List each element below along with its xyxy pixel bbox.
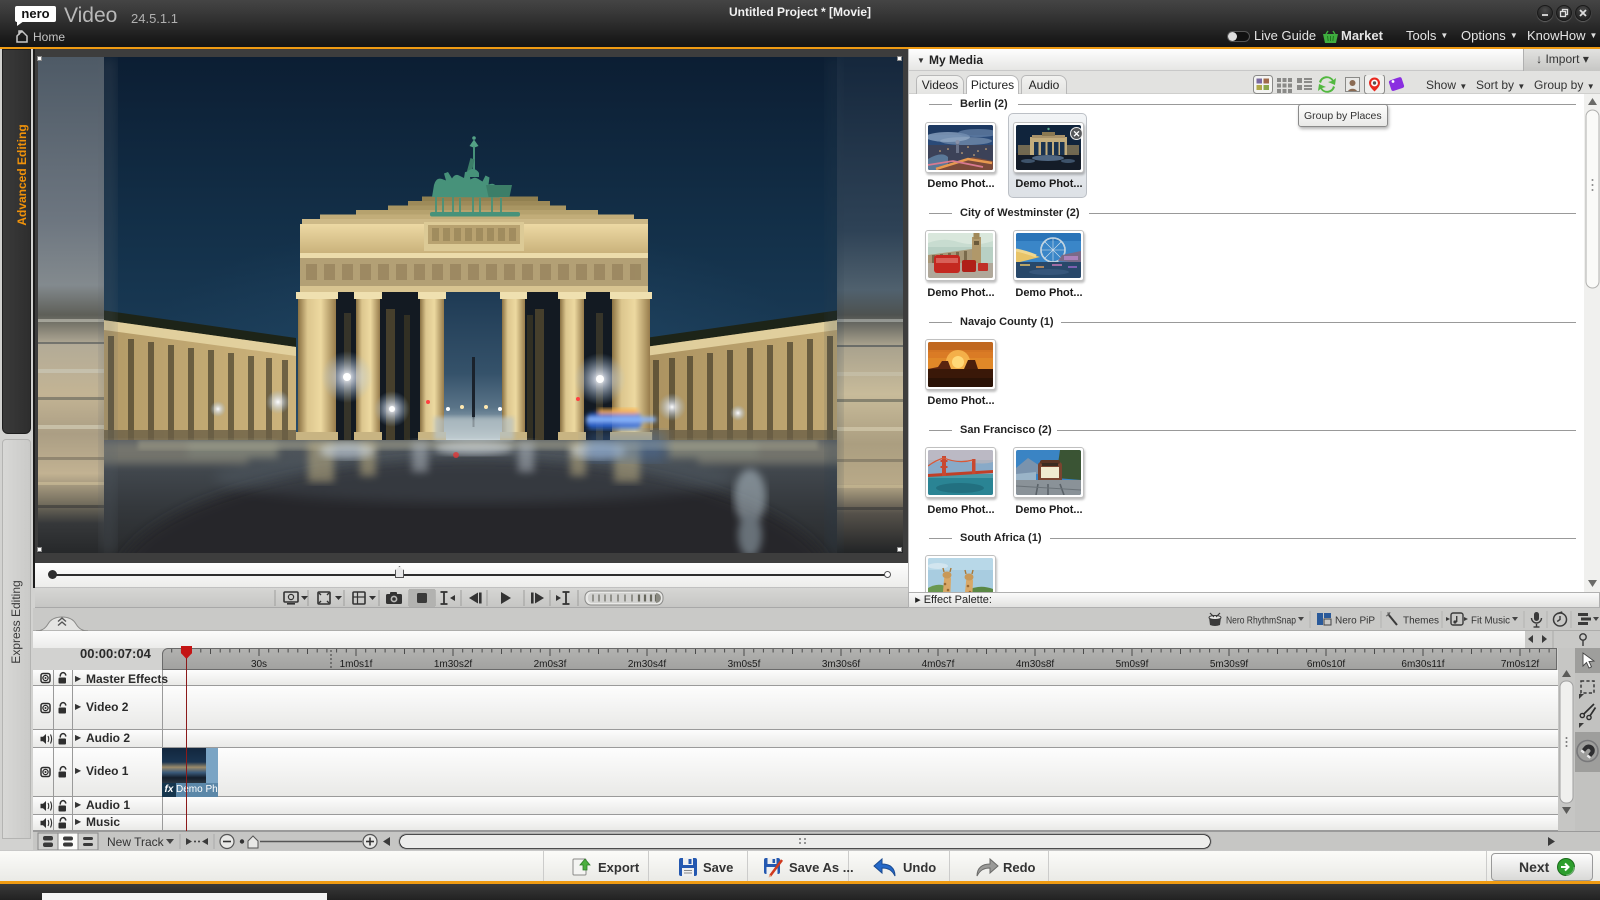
svg-text:1m30s2f: 1m30s2f [434, 659, 473, 670]
svg-text:Nero RhythmSnap: Nero RhythmSnap [1226, 616, 1296, 627]
svg-text:4m0s7f: 4m0s7f [922, 659, 955, 670]
svg-text:2m30s4f: 2m30s4f [628, 659, 667, 670]
svg-text:3m0s5f: 3m0s5f [728, 659, 761, 670]
svg-text:7m0s12f: 7m0s12f [1501, 659, 1540, 670]
svg-text:1m0s1f: 1m0s1f [340, 659, 373, 670]
svg-text:6m0s10f: 6m0s10f [1307, 659, 1346, 670]
svg-text:5m0s9f: 5m0s9f [1116, 659, 1149, 670]
svg-text:Fit Music: Fit Music [1471, 616, 1510, 627]
svg-text:6m30s11f: 6m30s11f [1401, 659, 1444, 670]
svg-text:30s: 30s [251, 659, 267, 670]
svg-text:Nero PiP: Nero PiP [1335, 616, 1375, 627]
svg-text:New Track: New Track [107, 835, 165, 849]
svg-text:3m30s6f: 3m30s6f [822, 659, 861, 670]
svg-text:5m30s9f: 5m30s9f [1210, 659, 1249, 670]
svg-text:4m30s8f: 4m30s8f [1016, 659, 1055, 670]
svg-text:Themes: Themes [1403, 616, 1439, 627]
svg-text:2m0s3f: 2m0s3f [534, 659, 567, 670]
